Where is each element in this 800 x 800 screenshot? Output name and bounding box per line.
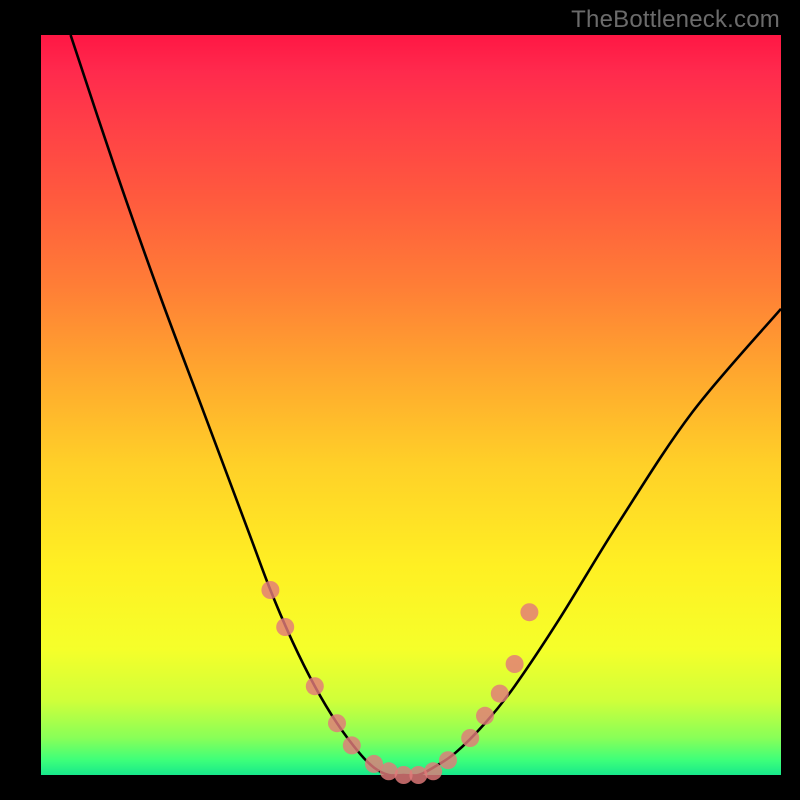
curve-marker [328,714,346,732]
curve-marker [439,751,457,769]
curve-marker [343,736,361,754]
curve-marker [306,677,324,695]
curve-marker [520,603,538,621]
curve-marker [476,707,494,725]
curve-marker [276,618,294,636]
chart-stage: TheBottleneck.com [0,0,800,800]
curve-marker [424,762,442,780]
attribution-text: TheBottleneck.com [571,6,780,34]
curve-markers [261,581,538,784]
curve-marker [491,685,509,703]
bottleneck-curve-svg [41,35,781,775]
curve-marker [461,729,479,747]
bottleneck-curve [71,35,781,776]
curve-marker [506,655,524,673]
curve-marker [261,581,279,599]
plot-area [41,35,781,775]
